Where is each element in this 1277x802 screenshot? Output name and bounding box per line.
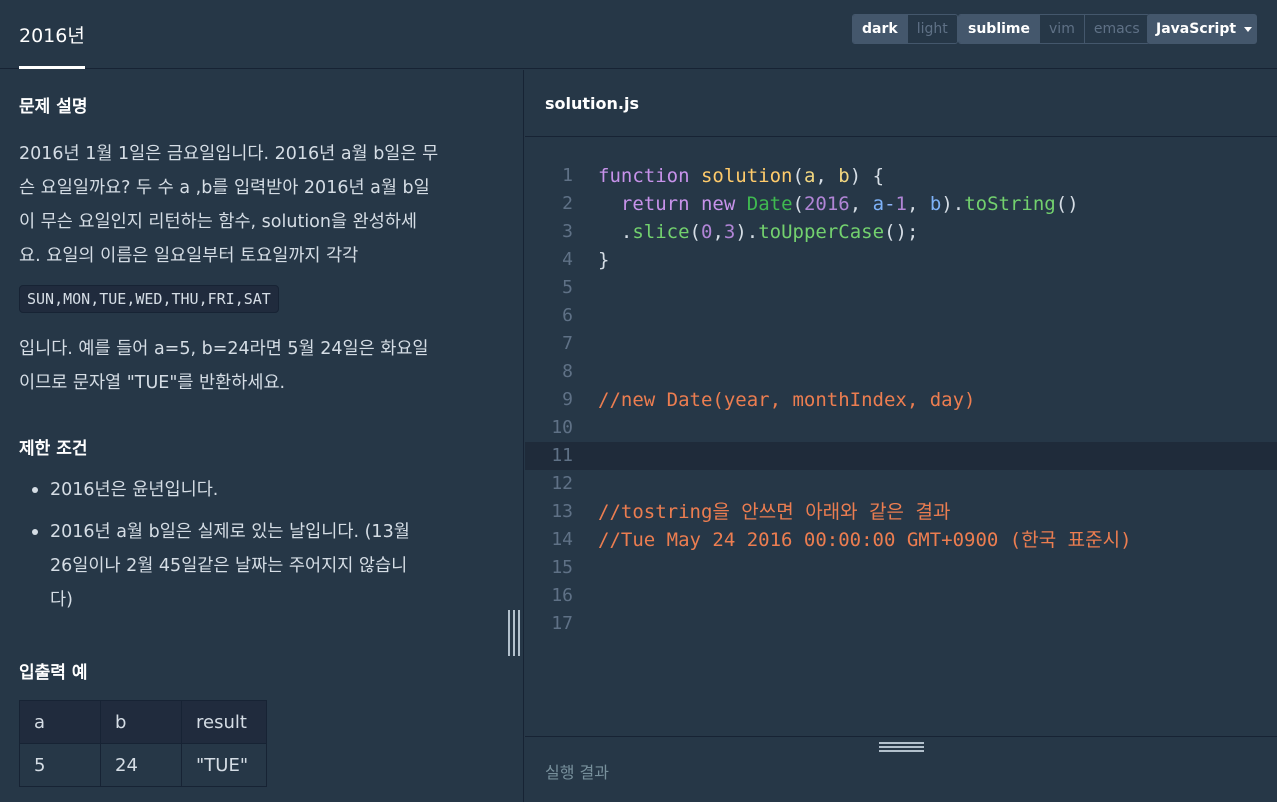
- line-number: 17: [551, 613, 573, 634]
- problem-title-tab[interactable]: 2016년: [19, 0, 85, 69]
- code-text: .slice(0,3).toUpperCase();: [598, 221, 919, 243]
- line-number: 10: [551, 417, 573, 438]
- line-number: 11: [551, 445, 573, 466]
- code-line: 4 }: [525, 246, 1277, 274]
- table-header-cell: a: [19, 700, 101, 744]
- line-number: 12: [551, 473, 573, 494]
- days-code-block: SUN,MON,TUE,WED,THU,FRI,SAT: [19, 285, 279, 313]
- line-number: 1: [562, 165, 573, 186]
- line-number: 7: [562, 333, 573, 354]
- code-line: 16: [525, 582, 1277, 610]
- limit-item: 2016년 a월 b일은 실제로 있는 날입니다. (13월 26일이나 2월 …: [0, 515, 470, 617]
- code-line: 5: [525, 274, 1277, 302]
- table-header-cell: b: [100, 700, 182, 744]
- limit-line: 다): [50, 590, 73, 610]
- language-select-label: JavaScript: [1156, 21, 1237, 37]
- line-number: 9: [562, 389, 573, 410]
- description-line: 2016년 1월 1일은 금요일입니다. 2016년 a월 b일은 무: [19, 144, 439, 164]
- code-line: 3 .slice(0,3).toUpperCase();: [525, 218, 1277, 246]
- code-line: 1 function solution(a, b) {: [525, 162, 1277, 190]
- code-text: return new Date(2016, a-1, b).toString(): [620, 193, 1079, 215]
- description-line: 슨 요일일까요? 두 수 a ,b를 입력받아 2016년 a월 b일: [19, 178, 430, 198]
- io-heading: 입출력 예: [19, 663, 88, 683]
- line-number: 8: [562, 361, 573, 382]
- line-number: 13: [551, 501, 573, 522]
- file-tab[interactable]: solution.js: [545, 70, 639, 137]
- code-line: 12: [525, 470, 1277, 498]
- line-number: 6: [562, 305, 573, 326]
- line-number: 14: [551, 529, 573, 550]
- code-line: 13 //tostring을 안쓰면 아래와 같은 결과: [525, 498, 1277, 526]
- theme-dark-button[interactable]: dark: [853, 15, 907, 43]
- theme-toggle: dark light: [852, 14, 958, 44]
- language-select[interactable]: JavaScript: [1147, 14, 1257, 44]
- line-number: 3: [562, 221, 573, 242]
- code-editor[interactable]: 1 function solution(a, b) { 2 return new…: [525, 138, 1277, 735]
- bullet-icon: [32, 529, 38, 535]
- limits-list: 2016년은 윤년입니다. 2016년 a월 b일은 실제로 있는 날입니다. …: [0, 473, 470, 617]
- code-line: 10: [525, 414, 1277, 442]
- code-line-active: 11: [525, 442, 1277, 470]
- horizontal-resize-handle[interactable]: [879, 742, 924, 754]
- result-panel: 실행 결과: [525, 736, 1277, 802]
- code-line: 9 //new Date(year, monthIndex, day): [525, 386, 1277, 414]
- limits-heading: 제한 조건: [19, 439, 88, 459]
- description-text: 2016년 1월 1일은 금요일입니다. 2016년 a월 b일은 무 슨 요일…: [19, 137, 479, 273]
- theme-light-button[interactable]: light: [906, 15, 957, 43]
- code-line: 6: [525, 302, 1277, 330]
- keymap-emacs-button[interactable]: emacs: [1083, 15, 1149, 43]
- limit-line: 26일이나 2월 45일같은 날짜는 주어지지 않습니: [50, 556, 408, 576]
- result-label: 실행 결과: [545, 763, 609, 782]
- code-line: 15: [525, 554, 1277, 582]
- code-text: function solution(a, b) {: [598, 165, 885, 187]
- table-header-row: a b result: [19, 700, 267, 744]
- top-bar: 2016년 dark light sublime vim emacs JavaS…: [0, 0, 1277, 69]
- description-line: 이므로 문자열 "TUE"를 반환하세요.: [19, 373, 286, 393]
- keymap-vim-button[interactable]: vim: [1039, 15, 1084, 43]
- bullet-icon: [32, 487, 38, 493]
- days-code: SUN,MON,TUE,WED,THU,FRI,SAT: [19, 285, 279, 313]
- keymap-sublime-button[interactable]: sublime: [959, 15, 1040, 43]
- description-line: 이 무슨 요일인지 리턴하는 함수, solution을 완성하세: [19, 212, 418, 232]
- description-line: 입니다. 예를 들어 a=5, b=24라면 5월 24일은 화요일: [19, 339, 429, 359]
- code-line: 7: [525, 330, 1277, 358]
- description-line: 요. 요일의 이름은 일요일부터 토요일까지 각각: [19, 246, 359, 266]
- code-comment: //tostring을 안쓰면 아래와 같은 결과: [598, 501, 951, 523]
- code-line: 8: [525, 358, 1277, 386]
- code-line: 14 //Tue May 24 2016 00:00:00 GMT+0900 (…: [525, 526, 1277, 554]
- io-example-table: a b result 5 24 "TUE": [19, 700, 267, 787]
- editor-header: solution.js: [525, 70, 1277, 137]
- table-row: 5 24 "TUE": [19, 743, 267, 787]
- code-text: }: [598, 249, 610, 271]
- code-line: 2 return new Date(2016, a-1, b).toString…: [525, 190, 1277, 218]
- description-heading: 문제 설명: [19, 97, 88, 117]
- vertical-resize-handle[interactable]: [507, 610, 521, 656]
- line-number: 2: [562, 193, 573, 214]
- line-number: 4: [562, 249, 573, 270]
- problem-description-panel: 문제 설명 2016년 1월 1일은 금요일입니다. 2016년 a월 b일은 …: [0, 70, 524, 802]
- code-comment: //Tue May 24 2016 00:00:00 GMT+0900 (한국 …: [598, 529, 1132, 551]
- table-cell: 5: [19, 743, 101, 787]
- description-text-after: 입니다. 예를 들어 a=5, b=24라면 5월 24일은 화요일 이므로 문…: [19, 332, 479, 400]
- line-number: 5: [562, 277, 573, 298]
- table-cell: 24: [100, 743, 182, 787]
- limit-line: 2016년은 윤년입니다.: [50, 480, 219, 500]
- line-number: 16: [551, 585, 573, 606]
- table-header-cell: result: [181, 700, 267, 744]
- limit-item: 2016년은 윤년입니다.: [0, 473, 470, 507]
- code-line: 17: [525, 610, 1277, 638]
- table-cell: "TUE": [181, 743, 267, 787]
- limit-line: 2016년 a월 b일은 실제로 있는 날입니다. (13월: [50, 522, 410, 542]
- caret-down-icon: [1244, 26, 1253, 32]
- keymap-toggle: sublime vim emacs: [958, 14, 1150, 44]
- code-comment: //new Date(year, monthIndex, day): [598, 389, 976, 411]
- line-number: 15: [551, 557, 573, 578]
